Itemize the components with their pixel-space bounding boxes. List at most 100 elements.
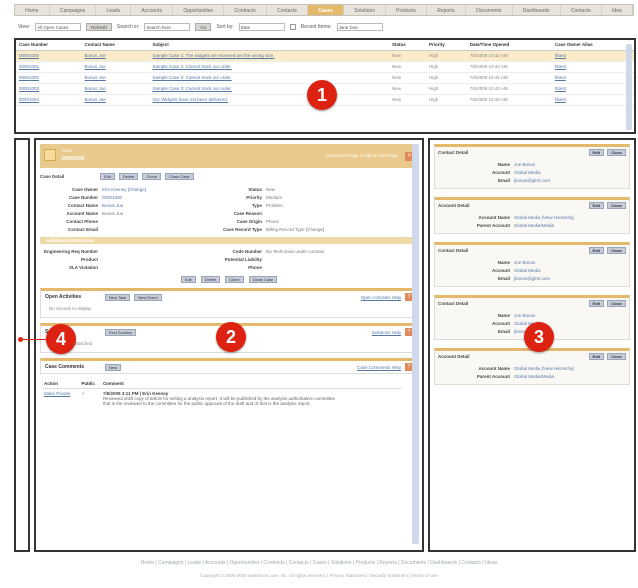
mini-panel-header: Account Detail Edit Close — [435, 351, 629, 362]
table-cell[interactable]: 00001004 — [16, 94, 82, 106]
table-row[interactable]: 00001000 Bonus Joe Sample Case 1: The widg… — [16, 50, 634, 62]
mini-panel-button[interactable]: Edit — [588, 300, 605, 307]
table-cell: New — [389, 72, 427, 84]
list-col-header[interactable]: Priority — [426, 40, 467, 51]
table-cell[interactable]: 00001001 — [16, 61, 82, 73]
mini-row-value[interactable]: Global Media — [514, 268, 541, 273]
mini-row-value[interactable]: Joe Bonus — [514, 260, 535, 265]
mini-row-value[interactable]: Global Media [View Hierarchy] — [514, 215, 574, 220]
table-cell[interactable]: Bonus Joe — [81, 94, 150, 106]
mini-row-value[interactable]: Global Media [View Hierarchy] — [514, 366, 574, 371]
table-cell[interactable]: Bonus Joe — [81, 50, 150, 62]
table-cell[interactable]: Sample Case 2: Cannot track our order. — [149, 61, 390, 73]
tab-5[interactable]: Contracts — [224, 5, 267, 15]
table-cell[interactable]: 00001000 — [16, 50, 82, 62]
tab-9[interactable]: Products — [386, 5, 428, 15]
tab-10[interactable]: Reports — [427, 5, 466, 15]
table-cell[interactable]: hbest — [551, 61, 634, 73]
tab-11[interactable]: Documents — [466, 5, 513, 15]
related-list-help-link[interactable]: Open Activities Help — [361, 295, 401, 300]
mini-panel-button[interactable]: Edit — [588, 202, 605, 209]
field-label: Contact Email — [67, 227, 98, 232]
table-cell[interactable]: Bonus Joe — [81, 61, 150, 73]
tab-14[interactable]: Idea — [602, 5, 633, 15]
detail-scrollbar[interactable] — [412, 144, 419, 544]
tab-2[interactable]: Leads — [96, 5, 132, 15]
mini-row-value[interactable]: Global Media/Media — [514, 374, 554, 379]
sort-select[interactable]: Date — [238, 23, 285, 31]
list-col-header[interactable]: Case Owner Alias — [551, 40, 634, 51]
go-button[interactable]: Go — [195, 23, 212, 31]
refresh-button[interactable]: Refresh — [86, 23, 112, 31]
make-private-link[interactable]: Make Private — [42, 389, 79, 409]
table-cell[interactable]: Our Widgets have not been delivered. — [149, 94, 390, 106]
tab-6[interactable]: Contacts — [267, 5, 309, 15]
list-toolbar: View: All Open Cases Refresh Search in: … — [14, 20, 634, 34]
related-list-help-link[interactable]: Case Comments Help — [357, 365, 401, 370]
table-cell[interactable]: hbest — [551, 50, 634, 62]
mini-panel-button[interactable]: Close — [607, 300, 626, 307]
mini-panel-button[interactable]: Edit — [588, 353, 605, 360]
related-list-help-link[interactable]: Solutions Help — [372, 330, 401, 335]
related-list-button[interactable]: New — [105, 363, 122, 371]
related-list-button[interactable]: Find Solution — [105, 328, 137, 336]
mini-row-value[interactable]: Global Media — [514, 170, 541, 175]
tab-4[interactable]: Opportunities — [173, 5, 225, 15]
table-cell[interactable]: hbest — [551, 72, 634, 84]
mini-row-value[interactable]: jbonus@glmt.com — [514, 276, 550, 281]
mini-panel-button[interactable]: Edit — [588, 149, 605, 156]
clone-button-bottom[interactable]: Clone — [225, 276, 244, 283]
mini-panel-button[interactable]: Close — [607, 149, 626, 156]
sidebar-collapsed-region[interactable] — [14, 138, 30, 552]
table-cell[interactable]: 00001003 — [16, 83, 82, 95]
mini-row-label: Parent Account — [476, 222, 510, 228]
search-input[interactable]: Search here — [144, 23, 191, 31]
recent-select[interactable]: Jane Doe — [336, 23, 383, 31]
footer-links[interactable]: Home | Campaigns | Leads | Accounts | Op… — [0, 560, 638, 566]
close-case-button[interactable]: Close Case — [164, 173, 194, 180]
tab-8[interactable]: Solutions — [344, 5, 386, 15]
mini-panel-button[interactable]: Close — [607, 202, 626, 209]
tab-0[interactable]: Home — [15, 5, 50, 15]
table-cell[interactable]: Bonus Joe — [81, 72, 150, 84]
tab-12[interactable]: Dashboards — [513, 5, 561, 15]
table-row[interactable]: 00001001 Bonus Joe Sample Case 2: Cannot t… — [16, 61, 634, 73]
clone-button[interactable]: Clone — [142, 173, 161, 180]
list-col-header[interactable]: Date/Time Opened — [466, 40, 552, 51]
table-cell[interactable]: Sample Case 1: The widgets we received a… — [149, 50, 390, 62]
table-cell[interactable]: Sample Case 3: Cannot track our order. — [149, 72, 390, 84]
table-cell[interactable]: hbest — [551, 83, 634, 95]
detail-header-links[interactable]: Customize Page | Help for this Page — [326, 153, 398, 158]
table-cell[interactable]: hbest — [551, 94, 634, 106]
tab-13[interactable]: Contacts — [561, 5, 602, 15]
list-scrollbar[interactable] — [626, 44, 632, 130]
tab-3[interactable]: Accounts — [131, 5, 174, 15]
delete-button[interactable]: Delete — [118, 173, 139, 180]
related-list-button[interactable]: New Event — [134, 293, 162, 301]
table-cell: 7/6/2009 10:42 AM — [466, 94, 552, 106]
delete-button-bottom[interactable]: Delete — [200, 276, 221, 283]
recent-checkbox[interactable] — [289, 24, 296, 30]
mini-panel-button[interactable]: Edit — [588, 247, 605, 254]
edit-button-bottom[interactable]: Edit — [180, 276, 196, 283]
mini-row-value[interactable]: Global Media/Media — [514, 223, 554, 228]
tab-1[interactable]: Campaigns — [50, 5, 97, 15]
mini-row-value[interactable]: Joe Bonus — [514, 313, 535, 318]
list-col-header[interactable]: Contact Name — [81, 40, 150, 51]
mini-panel-button[interactable]: Close — [607, 247, 626, 254]
mini-row-value[interactable]: Joe Bonus — [514, 162, 535, 167]
edit-button[interactable]: Edit — [100, 173, 115, 180]
table-cell[interactable]: Bonus Joe — [81, 83, 150, 95]
list-col-header[interactable]: Status — [389, 40, 427, 51]
close-case-button-bottom[interactable]: Close Case — [248, 276, 278, 283]
tab-7[interactable]: Cases — [308, 5, 345, 15]
list-col-header[interactable]: Subject — [149, 40, 390, 51]
table-cell[interactable]: Sample Case 3: Cannot track our order. — [149, 83, 390, 95]
mini-row-label: Name — [497, 161, 510, 167]
mini-row-value[interactable]: jbonus@glmt.com — [514, 178, 550, 183]
table-cell[interactable]: 00001002 — [16, 72, 82, 84]
related-list-button[interactable]: New Task — [105, 293, 131, 301]
mini-panel-button[interactable]: Close — [607, 353, 626, 360]
view-select[interactable]: All Open Cases — [35, 23, 82, 31]
list-col-header[interactable]: Case Number — [16, 40, 82, 51]
